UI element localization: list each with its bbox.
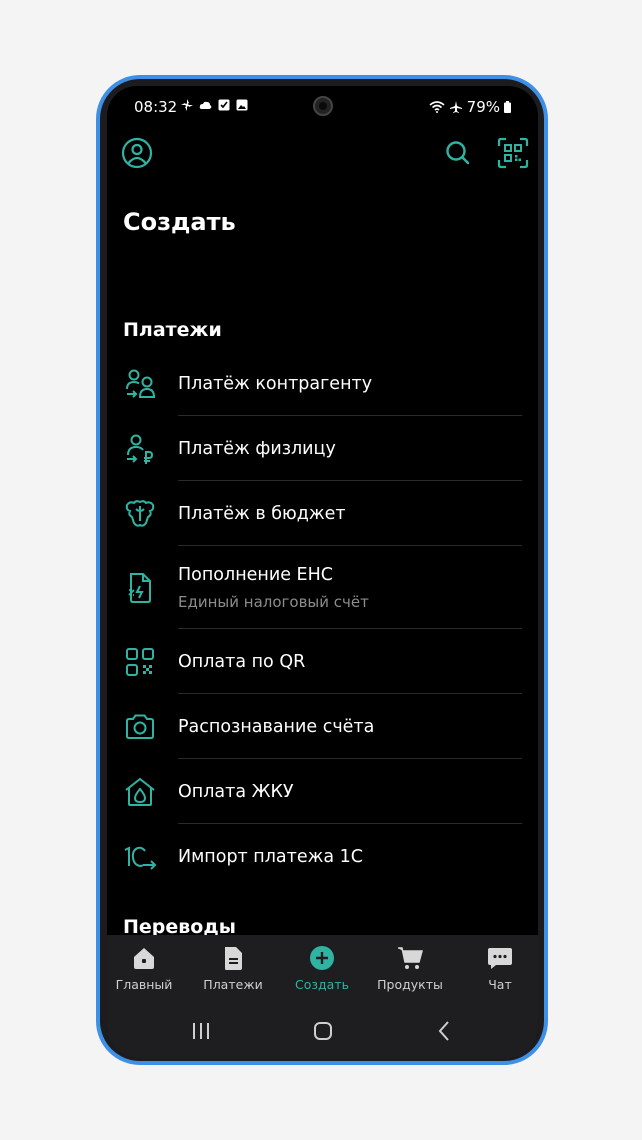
status-time: 08:32: [134, 98, 178, 116]
counterparty-payment-icon: [126, 369, 156, 398]
menu-item-utilities-payment[interactable]: Оплата ЖКУ: [107, 759, 538, 824]
menu-text: Платёж контрагенту: [178, 374, 372, 394]
app-top-bar: [107, 130, 538, 176]
menu-item-individual-payment[interactable]: Платёж физлицу: [107, 416, 538, 481]
section-heading-payments: Платежи: [123, 319, 222, 341]
nav-item-products[interactable]: Продукты: [370, 935, 450, 1004]
status-bar: 08:32 79%: [107, 86, 538, 130]
import-1c-icon: [124, 845, 157, 870]
menu-label: Оплата по QR: [178, 651, 306, 672]
front-camera: [313, 96, 333, 116]
nav-item-home[interactable]: Главный: [107, 935, 184, 1004]
camera-icon: [126, 714, 154, 739]
menu-label: Платёж в бюджет: [178, 503, 346, 524]
menu-label: Пополнение ЕНС: [178, 564, 333, 585]
app-screen: 08:32 79% Создать Платежи Платёж контраг…: [107, 86, 538, 1058]
nav-label: Создать: [295, 977, 349, 992]
house-drop-icon: [125, 777, 155, 806]
qr-code-icon: [126, 647, 154, 676]
nav-label: Продукты: [377, 977, 443, 992]
menu-item-qr-payment[interactable]: Оплата по QR: [107, 629, 538, 694]
profile-icon[interactable]: [120, 136, 154, 170]
wifi-icon: [429, 101, 445, 113]
document-icon: [225, 947, 242, 970]
battery-icon: [504, 101, 511, 113]
menu-item-budget-payment[interactable]: Платёж в бюджет: [107, 481, 538, 546]
qr-scan-icon[interactable]: [496, 136, 530, 170]
menu-text: Оплата по QR: [178, 652, 305, 672]
cloud-icon: [199, 101, 212, 109]
payments-menu: Платёж контрагенту Платёж физлицу Платёж…: [107, 351, 538, 889]
home-button-icon[interactable]: [308, 1016, 338, 1046]
status-right: 79%: [429, 98, 511, 116]
notification-icons: [181, 99, 248, 111]
nav-label: Чат: [488, 977, 512, 992]
system-navigation-bar: [107, 1004, 538, 1058]
nav-item-payments[interactable]: Платежи: [193, 935, 273, 1004]
menu-label: Распознавание счёта: [178, 716, 375, 737]
home-icon: [134, 948, 154, 969]
search-icon[interactable]: [441, 136, 475, 170]
tax-document-icon: [128, 572, 151, 603]
image-icon: [236, 99, 248, 111]
menu-label: Импорт платежа 1С: [178, 846, 364, 867]
recent-apps-icon[interactable]: [186, 1016, 216, 1046]
battery-percentage: 79%: [466, 98, 500, 116]
menu-sublabel: Единый налоговый счёт: [178, 592, 369, 611]
menu-text: Платёж физлицу: [178, 439, 336, 459]
menu-text: Импорт платежа 1С: [178, 847, 363, 867]
nav-label: Главный: [115, 977, 173, 992]
menu-label: Платёж физлицу: [178, 438, 336, 459]
nav-item-chat[interactable]: Чат: [460, 935, 538, 1004]
page-title: Создать: [123, 208, 236, 236]
airplane-icon: [449, 101, 462, 113]
menu-text: Оплата ЖКУ: [178, 782, 294, 802]
bottom-navigation: Главный Платежи Создать Продукты Чат: [107, 935, 538, 1004]
menu-item-ens-topup[interactable]: Пополнение ЕНС Единый налоговый счёт: [107, 546, 538, 629]
add-circle-icon: [310, 946, 334, 970]
menu-label: Платёж контрагенту: [178, 373, 373, 394]
back-icon[interactable]: [430, 1016, 460, 1046]
fan-icon: [181, 99, 193, 111]
menu-item-invoice-recognition[interactable]: Распознавание счёта: [107, 694, 538, 759]
cart-icon: [398, 947, 423, 969]
individual-payment-icon: [127, 434, 154, 464]
nav-item-create[interactable]: Создать: [282, 935, 362, 1004]
menu-item-import-1c[interactable]: Импорт платежа 1С: [107, 824, 538, 889]
menu-item-counterparty-payment[interactable]: Платёж контрагенту: [107, 351, 538, 416]
chat-icon: [488, 948, 512, 969]
menu-text: Распознавание счёта: [178, 717, 374, 737]
menu-text: Пополнение ЕНС Единый налоговый счёт: [178, 565, 369, 611]
budget-payment-icon: [125, 499, 155, 527]
menu-label: Оплата ЖКУ: [178, 781, 294, 802]
checkbox-icon: [218, 99, 230, 111]
nav-label: Платежи: [203, 977, 263, 992]
menu-text: Платёж в бюджет: [178, 504, 346, 524]
